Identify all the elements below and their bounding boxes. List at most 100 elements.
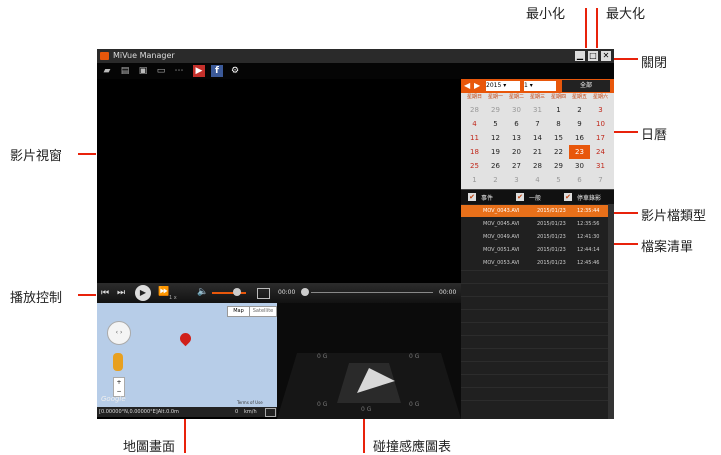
- calendar-day[interactable]: 19: [485, 145, 506, 159]
- calendar-day[interactable]: 11: [464, 131, 485, 145]
- file-list-scrollbar[interactable]: [608, 204, 614, 419]
- calendar-day[interactable]: 14: [527, 131, 548, 145]
- file-list-row[interactable]: MOV_0051.AVI 2015/01/23 12:44:14: [461, 244, 608, 256]
- calendar-day[interactable]: 2: [485, 173, 506, 187]
- calendar-day[interactable]: 31: [527, 103, 548, 117]
- prev-month-icon[interactable]: ◀: [464, 81, 470, 90]
- calendar-day[interactable]: 27: [506, 159, 527, 173]
- calendar-day[interactable]: 15: [548, 131, 569, 145]
- file-time: 12:35:44: [577, 208, 600, 214]
- calendar-day[interactable]: 2: [569, 103, 590, 117]
- previous-file-icon[interactable]: ⏮: [101, 288, 109, 298]
- checkbox-normal[interactable]: ✔: [516, 193, 524, 201]
- map-type-button[interactable]: Map: [227, 306, 250, 317]
- calendar-day[interactable]: 8: [548, 117, 569, 131]
- list-divider: [461, 335, 608, 336]
- calendar-day[interactable]: 1: [464, 173, 485, 187]
- close-button[interactable]: ✕: [601, 51, 611, 61]
- calendar-day[interactable]: 12: [485, 131, 506, 145]
- google-logo: Google: [101, 395, 126, 403]
- checkbox-event[interactable]: ✔: [468, 193, 476, 201]
- calendar-header: ◀ ▶ 2015 ▾ 1 ▾ 全部: [461, 79, 614, 93]
- maximize-button[interactable]: □: [588, 51, 598, 61]
- open-folder-icon[interactable]: ▰: [101, 65, 113, 77]
- calendar-day[interactable]: 28: [464, 103, 485, 117]
- calendar-day[interactable]: 3: [506, 173, 527, 187]
- show-all-button[interactable]: 全部: [562, 80, 610, 92]
- youtube-icon[interactable]: ▶: [193, 65, 205, 77]
- play-button[interactable]: ▶: [135, 285, 151, 301]
- progress-bar[interactable]: [311, 292, 433, 293]
- street-view-pegman-icon[interactable]: [113, 353, 123, 371]
- volume-icon[interactable]: 🔈: [197, 287, 208, 297]
- calendar-day[interactable]: 23: [569, 145, 590, 159]
- calendar-day[interactable]: 24: [590, 145, 611, 159]
- calendar-day[interactable]: 4: [527, 173, 548, 187]
- calendar-day[interactable]: 16: [569, 131, 590, 145]
- calendar-day[interactable]: 7: [527, 117, 548, 131]
- calendar-day[interactable]: 17: [590, 131, 611, 145]
- callout-line: [184, 418, 186, 453]
- calendar-day[interactable]: 9: [569, 117, 590, 131]
- file-list-row[interactable]: MOV_0045.AVI 2015/01/23 12:35:56: [461, 218, 608, 230]
- calendar-day[interactable]: 4: [464, 117, 485, 131]
- fast-forward-icon[interactable]: ⏩: [158, 287, 169, 297]
- calendar-day[interactable]: 30: [506, 103, 527, 117]
- toolbar: ▰ ▤ ▣ ▭ ⋯ ▶ f ⚙: [97, 63, 614, 79]
- file-list-row[interactable]: MOV_0049.AVI 2015/01/23 12:41:30: [461, 231, 608, 243]
- checkbox-parking[interactable]: ✔: [564, 193, 572, 201]
- save-icon[interactable]: ▣: [137, 65, 149, 77]
- settings-gear-icon[interactable]: ⚙: [229, 65, 241, 77]
- file-time: 12:45:46: [577, 260, 600, 266]
- print-icon[interactable]: ▤: [119, 65, 131, 77]
- time-start: 00:00: [278, 289, 296, 296]
- month-select[interactable]: 1 ▾: [524, 81, 556, 91]
- calendar-day[interactable]: 25: [464, 159, 485, 173]
- callout-line: [363, 418, 365, 453]
- calendar-day[interactable]: 22: [548, 145, 569, 159]
- calendar-day[interactable]: 3: [590, 103, 611, 117]
- calendar-day[interactable]: 18: [464, 145, 485, 159]
- facebook-icon[interactable]: f: [211, 65, 223, 77]
- file-list-row[interactable]: MOV_0053.AVI 2015/01/23 12:45:46: [461, 257, 608, 269]
- gps-status-bar: [0.00000°N,0.00000°E]Alt.0.0m 0 km/h: [97, 407, 277, 417]
- zoom-control[interactable]: + −: [113, 377, 125, 397]
- volume-knob[interactable]: [233, 288, 241, 296]
- calendar-day[interactable]: 6: [506, 117, 527, 131]
- calendar-day[interactable]: 26: [485, 159, 506, 173]
- g-sensor-graphic: [277, 353, 461, 419]
- file-list-row[interactable]: MOV_0043.AVI 2015/01/23 12:35:44: [461, 205, 608, 217]
- satellite-type-button[interactable]: Satellite: [249, 306, 277, 317]
- map-terms[interactable]: Terms of Use: [237, 400, 263, 405]
- calendar-day[interactable]: 5: [485, 117, 506, 131]
- calendar-day[interactable]: 10: [590, 117, 611, 131]
- g-sensor-panel: 0 G 0 G 0 G 0 G 0 G: [277, 303, 461, 419]
- next-month-icon[interactable]: ▶: [474, 81, 480, 90]
- calendar-day[interactable]: 1: [548, 103, 569, 117]
- step-back-icon[interactable]: ⏭: [117, 288, 125, 298]
- progress-knob[interactable]: [301, 288, 309, 296]
- file-name: MOV_0049.AVI: [483, 234, 520, 240]
- calendar-day[interactable]: 29: [548, 159, 569, 173]
- calendar-day[interactable]: 30: [569, 159, 590, 173]
- callout-file-list: 檔案清單: [641, 240, 694, 255]
- fullscreen-icon[interactable]: [257, 288, 270, 299]
- calendar-day[interactable]: 29: [485, 103, 506, 117]
- video-window[interactable]: [97, 79, 461, 283]
- calendar-day[interactable]: 13: [506, 131, 527, 145]
- year-select[interactable]: 2015 ▾: [486, 81, 520, 91]
- calendar-day[interactable]: 7: [590, 173, 611, 187]
- window-title: MiVue Manager: [113, 51, 175, 60]
- calendar-day[interactable]: 21: [527, 145, 548, 159]
- calendar-day[interactable]: 5: [548, 173, 569, 187]
- snapshot-icon[interactable]: ▭: [155, 65, 167, 77]
- calendar-day[interactable]: 6: [569, 173, 590, 187]
- map-view[interactable]: Map Satellite ‹ › + − Google Terms of Use…: [97, 303, 277, 417]
- list-divider: [461, 296, 608, 297]
- kml-export-icon[interactable]: ⋯: [173, 65, 185, 77]
- minimize-button[interactable]: ▁: [575, 51, 585, 61]
- calendar-day[interactable]: 28: [527, 159, 548, 173]
- calendar-day[interactable]: 31: [590, 159, 611, 173]
- calendar-day[interactable]: 20: [506, 145, 527, 159]
- pan-control[interactable]: ‹ ›: [107, 321, 131, 345]
